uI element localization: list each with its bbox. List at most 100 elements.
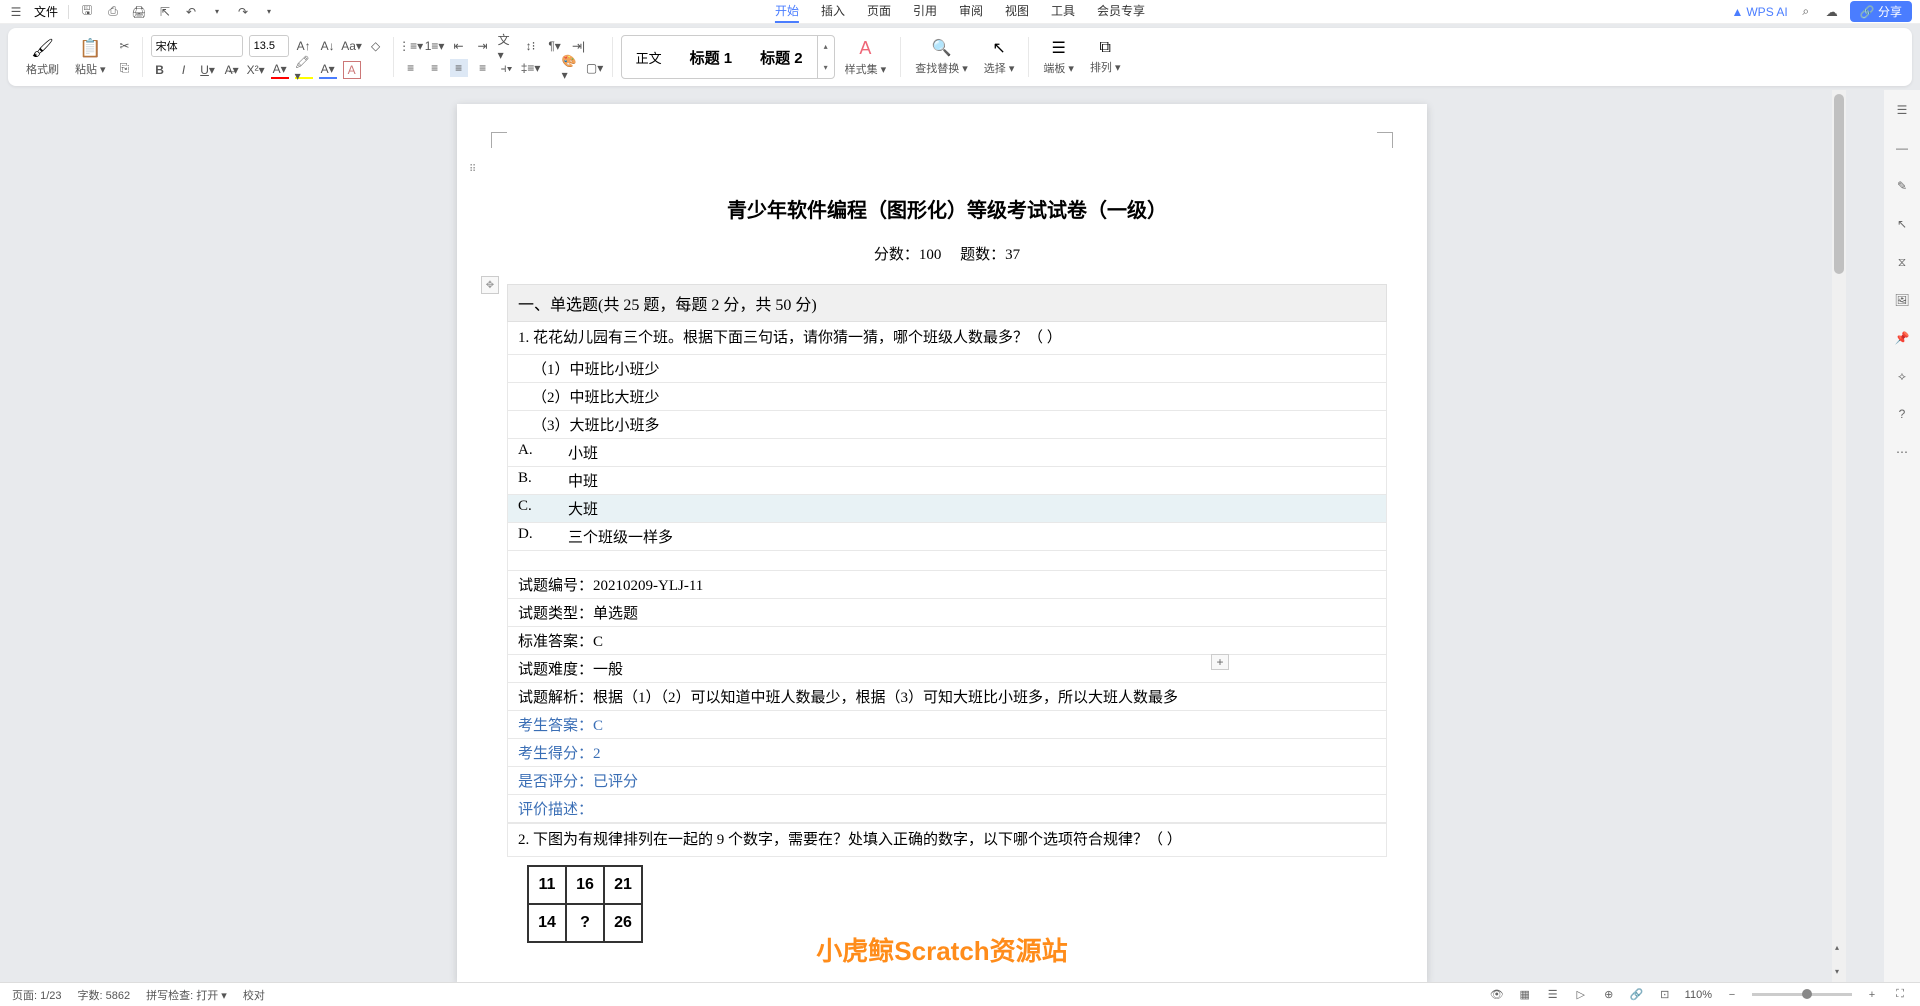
spell-check[interactable]: 拼写检查: 打开 ▾ [146, 987, 227, 1003]
minus-icon[interactable]: — [1892, 138, 1912, 158]
fullscreen-icon[interactable]: ⛶ [1892, 987, 1908, 1003]
document-area[interactable]: ▴ ▾ ⠿ ✥ + 青少年软件编程（图形化）等级考试试卷（一级） 分数：100 … [0, 90, 1884, 982]
border-icon[interactable]: ▢▾ [586, 59, 604, 77]
print-preview-icon[interactable]: ⎙ [105, 4, 121, 20]
style-set-group[interactable]: A 样式集 ▾ [839, 38, 893, 77]
document-page[interactable]: ⠿ ✥ + 青少年软件编程（图形化）等级考试试卷（一级） 分数：100 题数：3… [457, 104, 1427, 982]
text-effect-icon[interactable]: A [343, 61, 361, 79]
zoom-slider[interactable] [1752, 993, 1852, 996]
word-count[interactable]: 字数: 5862 [78, 987, 131, 1003]
pen-icon[interactable]: ✎ [1892, 176, 1912, 196]
line-spacing-icon[interactable]: ‡≡▾ [522, 59, 540, 77]
more-dropdown-icon[interactable]: ▾ [261, 4, 277, 20]
paste-group[interactable]: 📋 粘贴 ▾ [69, 38, 112, 77]
eye-icon[interactable]: 👁 [1489, 987, 1505, 1003]
focus-icon[interactable]: ⊡ [1657, 987, 1673, 1003]
align-left-icon[interactable]: ≡ [402, 59, 420, 77]
section-drag-icon[interactable]: ✥ [481, 276, 499, 294]
format-painter-group[interactable]: 🖌 格式刷 [20, 38, 65, 77]
font-color-icon[interactable]: A▾ [271, 61, 289, 79]
search-icon[interactable]: ⌕ [1798, 4, 1814, 20]
sort-icon[interactable]: ↕⁝ [522, 37, 540, 55]
styles-up-icon[interactable]: ▴ [818, 36, 834, 57]
underline-icon[interactable]: U▾ [199, 61, 217, 79]
tab-view[interactable]: 视图 [1005, 0, 1029, 23]
export-icon[interactable]: ⇱ [157, 4, 173, 20]
clear-format-icon[interactable]: ◇ [367, 37, 385, 55]
zoom-value[interactable]: 110% [1685, 989, 1712, 1001]
italic-icon[interactable]: I [175, 61, 193, 79]
align-center-icon[interactable]: ≡ [426, 59, 444, 77]
link-icon[interactable]: 🔗 [1629, 987, 1645, 1003]
cloud-icon[interactable]: ☁ [1824, 4, 1840, 20]
shading-icon[interactable]: A▾ [319, 61, 337, 79]
bookmark-icon[interactable]: ⟡ [1892, 366, 1912, 386]
file-menu[interactable]: 文件 [34, 3, 58, 20]
more-icon[interactable]: ⋯ [1892, 442, 1912, 462]
share-button[interactable]: 🔗 分享 [1850, 1, 1912, 22]
add-button[interactable]: + [1211, 654, 1229, 670]
scroll-up-icon[interactable]: ▴ [1835, 943, 1839, 952]
superscript-icon[interactable]: X²▾ [247, 61, 265, 79]
scroll-down-icon[interactable]: ▾ [1835, 967, 1839, 976]
play-icon[interactable]: ▷ [1573, 987, 1589, 1003]
tab-insert[interactable]: 插入 [821, 0, 845, 23]
change-case-icon[interactable]: Aa▾ [343, 37, 361, 55]
cursor-icon[interactable]: ↖ [1892, 214, 1912, 234]
tab-start[interactable]: 开始 [775, 0, 799, 23]
select-group[interactable]: ↖ 选择 ▾ [978, 38, 1021, 76]
tabs-icon[interactable]: ⇥| [570, 37, 588, 55]
paragraph-mark-icon[interactable]: ¶▾ [546, 37, 564, 55]
styles-down-icon[interactable]: ▾ [818, 57, 834, 78]
zoom-out-icon[interactable]: − [1724, 987, 1740, 1003]
image-icon[interactable]: 🖼 [1892, 290, 1912, 310]
pin-icon[interactable]: 📌 [1892, 328, 1912, 348]
globe-icon[interactable]: ⊕ [1601, 987, 1617, 1003]
tab-reference[interactable]: 引用 [913, 0, 937, 23]
layout-icon[interactable]: ▦ [1517, 987, 1533, 1003]
print-icon[interactable]: 🖨 [131, 4, 147, 20]
align-right-icon[interactable]: ≡ [450, 59, 468, 77]
tab-member[interactable]: 会员专享 [1097, 0, 1145, 23]
highlight-icon[interactable]: 🖍▾ [295, 61, 313, 79]
bold-icon[interactable]: B [151, 61, 169, 79]
save-icon[interactable]: 🖫 [79, 4, 95, 20]
number-list-icon[interactable]: 1≡▾ [426, 37, 444, 55]
drag-dots-icon[interactable]: ⠿ [469, 164, 476, 175]
panels-group[interactable]: ☰ 端板 ▾ [1037, 38, 1080, 76]
wps-ai-button[interactable]: ▲WPS AI [1731, 5, 1787, 19]
text-direction-icon[interactable]: 文▾ [498, 37, 516, 55]
bullet-list-icon[interactable]: ⋮≡▾ [402, 37, 420, 55]
redo-icon[interactable]: ↷ [235, 4, 251, 20]
distribute-icon[interactable]: ⫞▾ [498, 59, 516, 77]
font-size-select[interactable] [249, 35, 289, 57]
cut-icon[interactable]: ✂ [116, 37, 134, 55]
collapse-icon[interactable]: ☰ [1892, 100, 1912, 120]
increase-indent-icon[interactable]: ⇥ [474, 37, 492, 55]
undo-dropdown-icon[interactable]: ▾ [209, 4, 225, 20]
proofread[interactable]: 校对 [243, 987, 265, 1003]
arrange-group[interactable]: ⧉ 排列 ▾ [1084, 39, 1127, 75]
outline-icon[interactable]: ☰ [1545, 987, 1561, 1003]
help-icon[interactable]: ? [1892, 404, 1912, 424]
zoom-in-icon[interactable]: + [1864, 987, 1880, 1003]
hamburger-icon[interactable]: ☰ [8, 4, 24, 20]
copy-icon[interactable]: ⎘ [116, 59, 134, 77]
styles-gallery[interactable]: 正文 标题 1 标题 2 ▴ ▾ [621, 35, 835, 79]
tab-review[interactable]: 审阅 [959, 0, 983, 23]
scroll-thumb[interactable] [1834, 94, 1844, 274]
tab-tools[interactable]: 工具 [1051, 0, 1075, 23]
find-replace-group[interactable]: 🔍 查找替换 ▾ [909, 38, 974, 76]
increase-font-icon[interactable]: A↑ [295, 37, 313, 55]
hourglass-icon[interactable]: ⧖ [1892, 252, 1912, 272]
justify-icon[interactable]: ≡ [474, 59, 492, 77]
decrease-indent-icon[interactable]: ⇤ [450, 37, 468, 55]
scrollbar[interactable]: ▴ ▾ [1832, 90, 1846, 982]
strike-icon[interactable]: A̶▾ [223, 61, 241, 79]
fill-icon[interactable]: 🎨▾ [562, 59, 580, 77]
tab-page[interactable]: 页面 [867, 0, 891, 23]
font-select[interactable] [151, 35, 243, 57]
decrease-font-icon[interactable]: A↓ [319, 37, 337, 55]
page-indicator[interactable]: 页面: 1/23 [12, 987, 62, 1003]
undo-icon[interactable]: ↶ [183, 4, 199, 20]
